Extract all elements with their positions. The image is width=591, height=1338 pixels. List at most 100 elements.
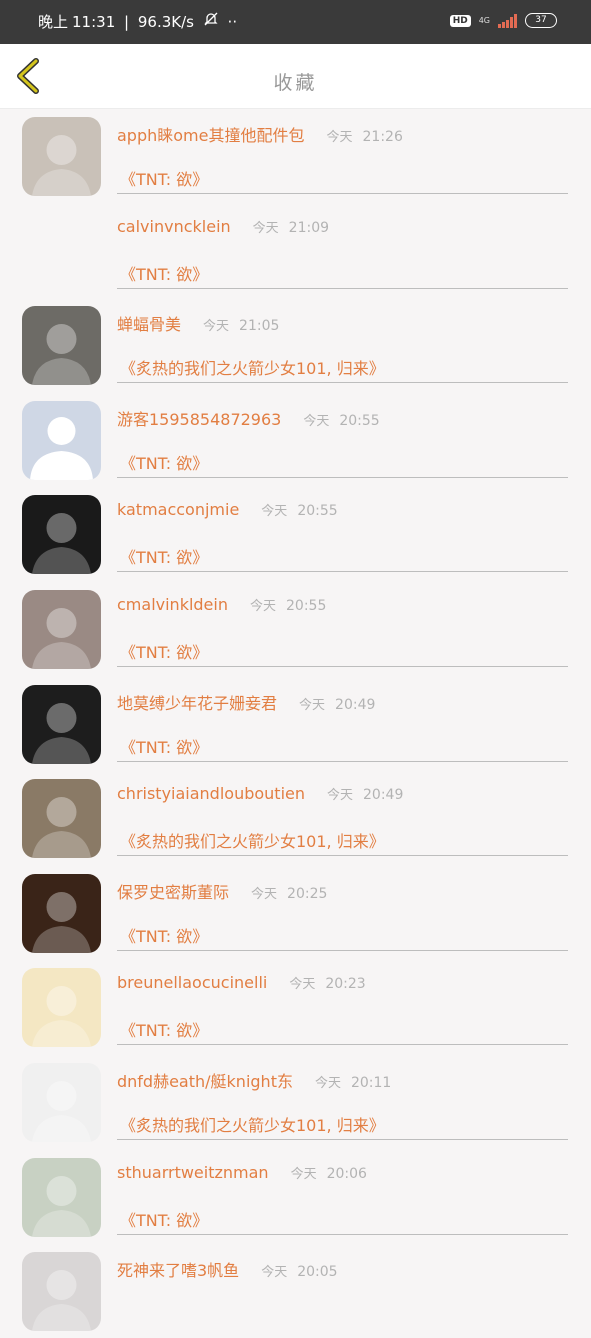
user-name[interactable]: 死神来了嗜3帆鱼: [117, 1261, 239, 1280]
date-label: 今天: [299, 697, 326, 713]
user-name[interactable]: sthuarrtweitznman: [117, 1163, 269, 1182]
item-header: sthuarrtweitznman 今天 20:06: [117, 1163, 367, 1182]
user-name[interactable]: cmalvinkldein: [117, 595, 228, 614]
item-header: 地莫缚少年花子姗妾君 今天 20:49: [117, 690, 375, 714]
timestamp: 20:49: [335, 696, 376, 713]
avatar-child[interactable]: [22, 117, 101, 196]
avatar-ghost[interactable]: [22, 684, 101, 764]
user-name[interactable]: calvinvncklein: [117, 217, 231, 236]
timestamp: 21:09: [288, 219, 330, 236]
avatar-couple[interactable]: [22, 589, 101, 669]
avatar-girl-rose[interactable]: [22, 968, 101, 1048]
list-item[interactable]: 死神来了嗜3帆鱼 今天 20:05: [0, 1243, 591, 1338]
avatar-kitty[interactable]: [22, 495, 101, 575]
user-name[interactable]: apph睐ome其撞他配件包: [117, 126, 304, 145]
timestamp: 20:11: [350, 1074, 392, 1091]
network-type: 4G: [478, 16, 490, 25]
show-link[interactable]: 《TNT: 欲》: [120, 639, 208, 663]
user-name[interactable]: breunellaocucinelli: [117, 973, 267, 992]
user-name[interactable]: 游客1595854872963: [117, 410, 281, 429]
user-name[interactable]: katmacconjmie: [117, 500, 239, 519]
divider: [117, 382, 568, 384]
date-label: 今天: [326, 130, 353, 145]
timestamp: 20:06: [326, 1165, 367, 1182]
date-label: 今天: [303, 413, 330, 429]
user-name[interactable]: dnfd赫eath/艇knight东: [117, 1072, 293, 1091]
divider: [117, 949, 568, 951]
avatar-rooster[interactable]: [22, 779, 101, 859]
divider: [117, 665, 568, 667]
clock: 11:31: [72, 13, 116, 31]
header: 收藏: [0, 44, 591, 109]
date-label: 今天: [252, 220, 279, 236]
show-link[interactable]: 《TNT: 欲》: [120, 261, 208, 285]
timestamp: 20:55: [297, 503, 338, 520]
list-item[interactable]: 蝉蝠骨美 今天 21:05 《炙热的我们之火箭少女101, 归来》: [0, 297, 591, 392]
list-item[interactable]: sthuarrtweitznman 今天 20:06 《TNT: 欲》: [0, 1149, 591, 1244]
date-label: 今天: [290, 1166, 317, 1182]
item-header: calvinvncklein 今天 21:09: [117, 217, 329, 236]
show-link[interactable]: 《TNT: 欲》: [120, 544, 208, 568]
list-item[interactable]: katmacconjmie 今天 20:55 《TNT: 欲》: [0, 486, 591, 581]
show-link[interactable]: 《TNT: 欲》: [120, 923, 208, 947]
date-label: 今天: [249, 598, 276, 614]
show-link[interactable]: 《TNT: 欲》: [120, 734, 208, 758]
item-header: 保罗史密斯董际 今天 20:25: [117, 879, 327, 903]
avatar-girl2[interactable]: [22, 1252, 101, 1332]
item-header: christyiaiandlouboutien 今天 20:49: [117, 784, 403, 803]
page-title: 收藏: [273, 72, 318, 94]
timestamp: 21:05: [239, 318, 280, 335]
list-item[interactable]: breunellaocucinelli 今天 20:23 《TNT: 欲》: [0, 959, 591, 1054]
list-item[interactable]: dnfd赫eath/艇knight东 今天 20:11 《炙热的我们之火箭少女101,…: [0, 1054, 591, 1149]
show-link[interactable]: 《炙热的我们之火箭少女101, 归来》: [120, 828, 385, 852]
list-item[interactable]: apph睐ome其撞他配件包 今天 21:26 《TNT: 欲》: [0, 108, 591, 203]
signal-icon: [498, 13, 517, 28]
divider: [117, 287, 568, 289]
show-link[interactable]: 《TNT: 欲》: [120, 166, 208, 190]
list-item[interactable]: 保罗史密斯董际 今天 20:25 《TNT: 欲》: [0, 865, 591, 960]
user-name[interactable]: 保罗史密斯董际: [117, 883, 229, 902]
item-header: 蝉蝠骨美 今天 21:05: [117, 311, 279, 335]
timestamp: 20:05: [297, 1264, 338, 1281]
show-link[interactable]: 《炙热的我们之火箭少女101, 归来》: [120, 1112, 385, 1136]
item-header: breunellaocucinelli 今天 20:23: [117, 973, 366, 992]
date-label: 今天: [203, 319, 230, 335]
user-name[interactable]: 地莫缚少年花子姗妾君: [117, 694, 277, 713]
list-item[interactable]: christyiaiandlouboutien 今天 20:49 《炙热的我们之火箭少…: [0, 770, 591, 865]
divider: [117, 1233, 568, 1235]
list-item[interactable]: 地莫缚少年花子姗妾君 今天 20:49 《TNT: 欲》: [0, 676, 591, 771]
more-dots: ··: [227, 13, 238, 31]
item-header: katmacconjmie 今天 20:55: [117, 500, 338, 519]
status-right: HD 4G 37: [449, 13, 557, 28]
date-label: 今天: [261, 1265, 288, 1281]
list-item[interactable]: cmalvinkldein 今天 20:55 《TNT: 欲》: [0, 581, 591, 676]
user-name[interactable]: 蝉蝠骨美: [117, 315, 181, 334]
favorites-list: apph睐ome其撞他配件包 今天 21:26 《TNT: 欲》 calvinvnckl…: [0, 108, 591, 1338]
avatar-tiger[interactable]: [22, 1062, 101, 1142]
divider: [117, 760, 568, 762]
date-label: 今天: [289, 977, 316, 993]
timestamp: 21:26: [362, 129, 403, 145]
user-name[interactable]: christyiaiandlouboutien: [117, 784, 305, 803]
avatar-man[interactable]: [22, 306, 101, 386]
item-header: apph睐ome其撞他配件包 今天 21:26: [117, 122, 403, 146]
item-header: dnfd赫eath/艇knight东 今天 20:11: [117, 1068, 391, 1092]
mute-icon: [203, 12, 224, 31]
show-link[interactable]: 《TNT: 欲》: [120, 450, 208, 474]
show-link[interactable]: 《TNT: 欲》: [120, 1017, 208, 1041]
list-item[interactable]: 游客1595854872963 今天 20:55 《TNT: 欲》: [0, 392, 591, 487]
date-label: 今天: [251, 886, 278, 902]
date-label: 今天: [314, 1075, 341, 1091]
time-prefix: 晚上: [38, 13, 69, 31]
avatar-girl[interactable]: [22, 1157, 101, 1237]
divider: [117, 476, 568, 478]
show-link[interactable]: 《炙热的我们之火箭少女101, 归来》: [120, 355, 385, 379]
timestamp: 20:49: [363, 787, 404, 804]
network-speed: 96.3K/s: [137, 13, 194, 31]
battery-icon: 37: [525, 13, 557, 28]
avatar-default[interactable]: [22, 400, 101, 480]
timestamp: 20:25: [287, 885, 328, 902]
show-link[interactable]: 《TNT: 欲》: [120, 1207, 208, 1231]
list-item[interactable]: calvinvncklein 今天 21:09 《TNT: 欲》: [0, 203, 591, 298]
avatar-dark[interactable]: [22, 873, 101, 953]
